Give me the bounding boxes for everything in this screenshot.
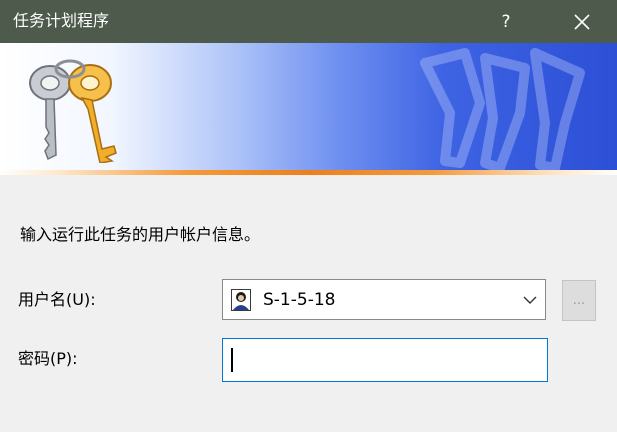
username-value: S-1-5-18 [263, 290, 336, 310]
task-scheduler-dialog: 任务计划程序 ? 输入运行此任务的用户帐户信息。 用户名(U): S-1-5-1… [0, 0, 617, 432]
title-bar: 任务计划程序 ? [0, 0, 617, 43]
password-label: 密码(P): [18, 349, 78, 368]
header-banner [0, 43, 617, 175]
close-button[interactable] [552, 0, 612, 43]
instruction-text: 输入运行此任务的用户帐户信息。 [20, 225, 261, 244]
close-icon [574, 13, 590, 30]
password-field[interactable] [222, 338, 548, 382]
window-title: 任务计划程序 [13, 11, 110, 30]
username-label: 用户名(U): [18, 290, 96, 309]
browse-user-button[interactable]: ... [562, 280, 596, 321]
username-select[interactable]: S-1-5-18 [222, 279, 546, 320]
text-caret [231, 348, 233, 372]
keys-icon [29, 59, 117, 163]
user-account-icon [231, 289, 251, 311]
chevron-down-icon[interactable] [523, 293, 537, 307]
banner-accent-line [0, 170, 617, 175]
keys-watermark-icon [420, 48, 585, 173]
help-button[interactable]: ? [480, 0, 532, 43]
